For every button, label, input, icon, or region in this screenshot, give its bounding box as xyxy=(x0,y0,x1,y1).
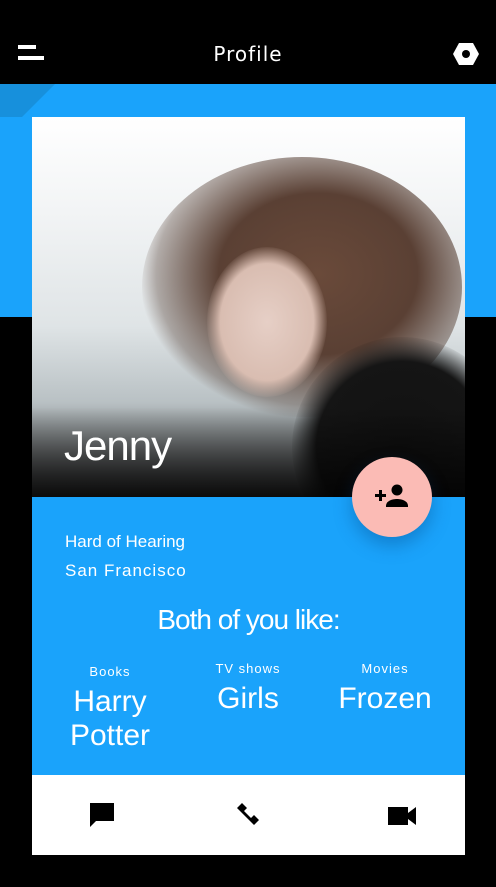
like-value: Girls xyxy=(217,682,279,715)
like-value: Harry Potter xyxy=(69,685,151,752)
top-bar: Profile xyxy=(0,0,496,84)
likes-heading: Both of you like: xyxy=(157,604,340,635)
like-books: Books Harry Potter xyxy=(38,664,182,753)
phone-icon[interactable] xyxy=(234,801,264,829)
like-tv: TV shows Girls xyxy=(176,661,320,716)
hearing-status: Hard of Hearing xyxy=(65,532,186,551)
like-category: Movies xyxy=(361,661,409,676)
action-bar xyxy=(32,775,465,855)
add-friend-icon xyxy=(375,484,408,507)
settings-icon[interactable] xyxy=(453,43,479,65)
like-value: Frozen xyxy=(338,682,432,715)
like-category: Books xyxy=(89,664,131,679)
like-movies: Movies Frozen xyxy=(313,661,457,716)
location: San Francisco xyxy=(65,561,187,580)
page-title: Profile xyxy=(213,42,283,66)
profile-photo: Jenny xyxy=(32,117,465,497)
like-category: TV shows xyxy=(215,661,281,676)
video-call-icon[interactable] xyxy=(387,801,417,829)
add-friend-button[interactable] xyxy=(352,457,432,537)
profile-info: Hard of Hearing San Francisco Both of yo… xyxy=(32,497,465,775)
message-icon[interactable] xyxy=(88,801,118,829)
profile-name: Jenny xyxy=(64,422,172,469)
